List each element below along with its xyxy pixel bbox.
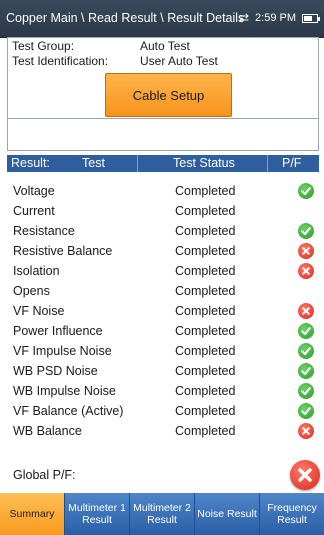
results-table-body: Voltage Completed Current Completed Resistan… xyxy=(7,182,319,442)
test-name: Resistance xyxy=(13,224,75,238)
test-status: Completed xyxy=(175,244,236,258)
table-row: WB PSD Noise Completed xyxy=(7,362,319,382)
table-row: VF Impulse Noise Completed xyxy=(7,342,319,362)
tab-frequency-result[interactable]: Frequency Result xyxy=(260,493,324,535)
table-row: Isolation Completed xyxy=(7,262,319,282)
global-fail-icon xyxy=(290,460,320,490)
test-status: Completed xyxy=(175,324,236,338)
col-result-header: Result: xyxy=(11,156,50,170)
test-status: Completed xyxy=(175,304,236,318)
fail-x-icon xyxy=(298,263,314,279)
table-row: Power Influence Completed xyxy=(7,322,319,342)
table-row: VF Noise Completed xyxy=(7,302,319,322)
test-status: Completed xyxy=(175,184,236,198)
col-test-header: Test xyxy=(82,156,105,170)
test-status: Completed xyxy=(175,204,236,218)
global-pf-label: Global P/F: xyxy=(13,468,76,482)
test-name: VF Impulse Noise xyxy=(13,344,112,358)
test-name: Opens xyxy=(13,284,50,298)
pass-check-icon xyxy=(298,183,314,199)
tab-noise-result[interactable]: Noise Result xyxy=(195,493,259,535)
divider xyxy=(8,118,318,119)
test-name: Voltage xyxy=(13,184,55,198)
test-name: VF Noise xyxy=(13,304,65,318)
test-status: Completed xyxy=(175,424,236,438)
global-pf-row: Global P/F: xyxy=(7,460,320,490)
pass-check-icon xyxy=(298,403,314,419)
fail-x-icon xyxy=(298,243,314,259)
cable-setup-button[interactable]: Cable Setup xyxy=(105,73,232,117)
test-name: Isolation xyxy=(13,264,60,278)
test-status: Completed xyxy=(175,404,236,418)
test-name: Resistive Balance xyxy=(13,244,113,258)
test-name: VF Balance (Active) xyxy=(13,404,124,418)
pass-check-icon xyxy=(298,343,314,359)
table-row: Opens Completed xyxy=(7,282,319,302)
result-tabs: Summary Multimeter 1 Result Multimeter 2 R… xyxy=(0,493,324,535)
title-bar: Copper Main \ Read Result \ Result Detai… xyxy=(0,0,324,38)
tab-multimeter-1-result[interactable]: Multimeter 1 Result xyxy=(65,493,129,535)
battery-icon xyxy=(302,13,320,23)
results-table-header: Result: Test Test Status P/F xyxy=(7,155,319,172)
fail-x-icon xyxy=(298,423,314,439)
test-name: WB PSD Noise xyxy=(13,364,98,378)
test-id-label: Test Identification: xyxy=(12,54,109,68)
usb-icon: ⇄ xyxy=(238,11,250,25)
tab-multimeter-2-result[interactable]: Multimeter 2 Result xyxy=(130,493,194,535)
test-group-label: Test Group: xyxy=(12,39,75,53)
test-status: Completed xyxy=(175,344,236,358)
table-row: WB Impulse Noise Completed xyxy=(7,382,319,402)
tab-summary[interactable]: Summary xyxy=(0,493,64,535)
test-name: WB Balance xyxy=(13,424,82,438)
test-name: WB Impulse Noise xyxy=(13,384,116,398)
test-status: Completed xyxy=(175,264,236,278)
breadcrumb: Copper Main \ Read Result \ Result Detai… xyxy=(6,11,245,25)
test-name: Current xyxy=(13,204,55,218)
clock: 2:59 PM xyxy=(255,12,296,24)
pass-check-icon xyxy=(298,323,314,339)
pass-check-icon xyxy=(298,363,314,379)
table-row: VF Balance (Active) Completed xyxy=(7,402,319,422)
col-pf-header: P/F xyxy=(282,156,302,170)
table-row: Resistive Balance Completed xyxy=(7,242,319,262)
col-status-header: Test Status xyxy=(173,156,235,170)
test-status: Completed xyxy=(175,224,236,238)
table-row: Current Completed xyxy=(7,202,319,222)
table-row: Voltage Completed xyxy=(7,182,319,202)
test-status: Completed xyxy=(175,284,236,298)
test-status: Completed xyxy=(175,364,236,378)
test-group-value: Auto Test xyxy=(140,39,190,53)
column-divider xyxy=(267,155,268,172)
status-area: ⇄ 2:59 PM xyxy=(238,11,320,25)
column-divider xyxy=(137,155,138,172)
fail-x-icon xyxy=(298,303,314,319)
test-name: Power Influence xyxy=(13,324,103,338)
pass-check-icon xyxy=(298,223,314,239)
test-status: Completed xyxy=(175,384,236,398)
table-row: WB Balance Completed xyxy=(7,422,319,442)
pass-check-icon xyxy=(298,383,314,399)
test-id-value: User Auto Test xyxy=(140,54,218,68)
table-row: Resistance Completed xyxy=(7,222,319,242)
test-info-panel: Test Group: Auto Test Test Identificatio… xyxy=(7,37,319,151)
